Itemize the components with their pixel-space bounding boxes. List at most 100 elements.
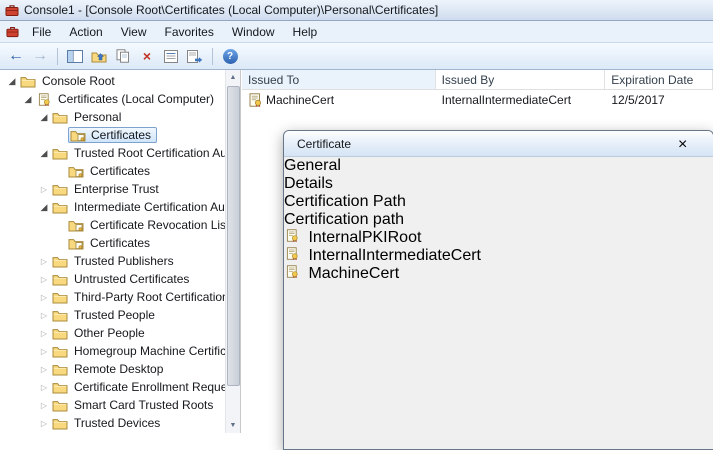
path-item-label: InternalPKIRoot (308, 229, 421, 246)
tree-item-trusted-root-certification-authorities[interactable]: ◢ Trusted Root Certification Authorities (0, 144, 240, 162)
column-header-expiration-date[interactable]: Expiration Date (605, 70, 713, 89)
delete-button[interactable]: × (136, 45, 158, 67)
tree-item-intermediate-certification-authorities[interactable]: ◢ Intermediate Certification Authorities (0, 198, 240, 216)
certificate-icon (284, 229, 300, 242)
expander-icon[interactable]: ▷ (36, 293, 52, 302)
certificate-icon (284, 247, 300, 260)
certificate-list-row[interactable]: MachineCert InternalIntermediateCert 12/… (242, 90, 713, 109)
menu-item-help[interactable]: Help (284, 22, 327, 42)
scroll-down-button[interactable]: ▼ (226, 418, 240, 433)
export-list-button[interactable] (184, 45, 206, 67)
path-item-label-selected: MachineCert (308, 265, 399, 282)
column-header-issued-by[interactable]: Issued By (436, 70, 606, 89)
properties-list-icon (164, 50, 178, 63)
expander-icon[interactable]: ▷ (36, 365, 52, 374)
menu-item-file[interactable]: File (23, 22, 60, 42)
expander-icon[interactable]: ▷ (36, 383, 52, 392)
expander-icon[interactable]: ▷ (36, 275, 52, 284)
tree-item-trusted-devices[interactable]: ▷ Trusted Devices (0, 414, 240, 432)
menu-item-action[interactable]: Action (60, 22, 111, 42)
tree-item-label: Third-Party Root Certification Authoriti… (72, 290, 241, 304)
back-arrow-icon: ← (8, 48, 24, 64)
tree-item-homegroup-machine-certificates[interactable]: ▷ Homegroup Machine Certificates (0, 342, 240, 360)
menu-item-view[interactable]: View (112, 22, 156, 42)
certificate-icon (248, 93, 262, 107)
folder-icon (52, 291, 68, 304)
menu-item-window[interactable]: Window (223, 22, 284, 42)
tab-general[interactable]: General (284, 157, 713, 175)
tree-item-label: Smart Card Trusted Roots (72, 398, 215, 412)
tree-item-remote-desktop[interactable]: ▷ Remote Desktop (0, 360, 240, 378)
tree-item-trusted-publishers[interactable]: ▷ Trusted Publishers (0, 252, 240, 270)
back-button[interactable]: ← (5, 45, 27, 67)
show-hide-console-tree-button[interactable] (64, 45, 86, 67)
tree-item-other-people[interactable]: ▷ Other People (0, 324, 240, 342)
expander-icon[interactable]: ▷ (36, 419, 52, 428)
up-one-level-button[interactable] (88, 45, 110, 67)
tree-item-console-root[interactable]: ◢ Console Root (0, 72, 240, 90)
tree-item-certificate-enrollment-requests[interactable]: ▷ Certificate Enrollment Requests (0, 378, 240, 396)
tree-scrollbar[interactable]: ▲ ▼ (225, 70, 240, 433)
help-button[interactable]: ? (219, 45, 241, 67)
toolbar: ← → × ? (0, 43, 713, 70)
expander-icon[interactable]: ◢ (36, 148, 52, 159)
tree-item-label: Certificates (88, 164, 152, 178)
scroll-thumb[interactable] (227, 86, 240, 386)
folder-icon (52, 183, 68, 196)
tree-item-label: Trusted Root Certification Authorities (72, 146, 241, 160)
expander-icon[interactable]: ▷ (36, 185, 52, 194)
list-header: Issued To Issued By Expiration Date (242, 70, 713, 90)
window-titlebar[interactable]: Console1 - [Console Root\Certificates (L… (0, 0, 713, 21)
tab-details[interactable]: Details (284, 175, 713, 193)
path-item-internalpkiroot[interactable]: InternalPKIRoot (284, 229, 713, 247)
console-child-icon[interactable] (6, 25, 19, 38)
dialog-titlebar[interactable]: Certificate (284, 131, 713, 157)
tree-item-label: Remote Desktop (72, 362, 165, 376)
copy-button[interactable] (112, 45, 134, 67)
tree-item-certificates[interactable]: Certificates (0, 234, 240, 252)
tab-certification-path[interactable]: Certification Path (284, 193, 713, 211)
column-header-issued-to[interactable]: Issued To (242, 70, 436, 89)
expander-icon[interactable]: ▷ (36, 401, 52, 410)
folder-icon (52, 255, 68, 268)
expander-icon[interactable]: ◢ (20, 94, 36, 105)
issued-by-value: InternalIntermediateCert (442, 93, 571, 107)
tree-item-certificates-local-computer[interactable]: ◢ Certificates (Local Computer) (0, 90, 240, 108)
expander-icon[interactable]: ▷ (36, 347, 52, 356)
expander-icon[interactable]: ▷ (36, 311, 52, 320)
folder-icon (52, 399, 68, 412)
tree-item-certificates[interactable]: Certificates (0, 162, 240, 180)
toolbar-separator (212, 48, 213, 65)
selected-tree-item-box[interactable]: Certificates (68, 127, 157, 143)
tree-item-enterprise-trust[interactable]: ▷ Enterprise Trust (0, 180, 240, 198)
expander-icon[interactable]: ◢ (36, 112, 52, 123)
folder-icon (52, 327, 68, 340)
tree-item-trusted-people[interactable]: ▷ Trusted People (0, 306, 240, 324)
forward-button[interactable]: → (29, 45, 51, 67)
certificate-dialog: Certificate × General Details Certificat… (283, 130, 713, 450)
help-icon: ? (223, 49, 238, 64)
forward-arrow-icon: → (32, 48, 48, 64)
tree-item-untrusted-certificates[interactable]: ▷ Untrusted Certificates (0, 270, 240, 288)
tree-item-smart-card-trusted-roots[interactable]: ▷ Smart Card Trusted Roots (0, 396, 240, 414)
dialog-close-button[interactable]: × (678, 136, 705, 153)
menu-item-favorites[interactable]: Favorites (156, 22, 223, 42)
expander-icon[interactable]: ▷ (36, 257, 52, 266)
tree-item-label: Other People (72, 326, 147, 340)
close-x-icon: × (678, 136, 687, 153)
expander-icon[interactable]: ◢ (36, 202, 52, 213)
properties-button[interactable] (160, 45, 182, 67)
expander-icon[interactable]: ◢ (4, 76, 20, 87)
console-tree-pane: ◢ Console Root ◢ Certificates (Local Com… (0, 70, 241, 433)
tree-item-label: Certificates (Local Computer) (56, 92, 216, 106)
path-item-internalintermediatecert[interactable]: InternalIntermediateCert (284, 247, 713, 265)
dialog-tabs: General Details Certification Path (284, 157, 713, 211)
folder-icon (52, 111, 68, 124)
path-item-machinecert[interactable]: MachineCert (284, 265, 713, 283)
expander-icon[interactable]: ▷ (36, 329, 52, 338)
tree-item-certificate-revocation-list[interactable]: Certificate Revocation List (0, 216, 240, 234)
tree-item-personal-certificates[interactable]: Certificates (0, 126, 240, 144)
tree-item-third-party-root-certification-authorities[interactable]: ▷ Third-Party Root Certification Authori… (0, 288, 240, 306)
scroll-up-button[interactable]: ▲ (226, 70, 240, 85)
tree-item-personal[interactable]: ◢ Personal (0, 108, 240, 126)
